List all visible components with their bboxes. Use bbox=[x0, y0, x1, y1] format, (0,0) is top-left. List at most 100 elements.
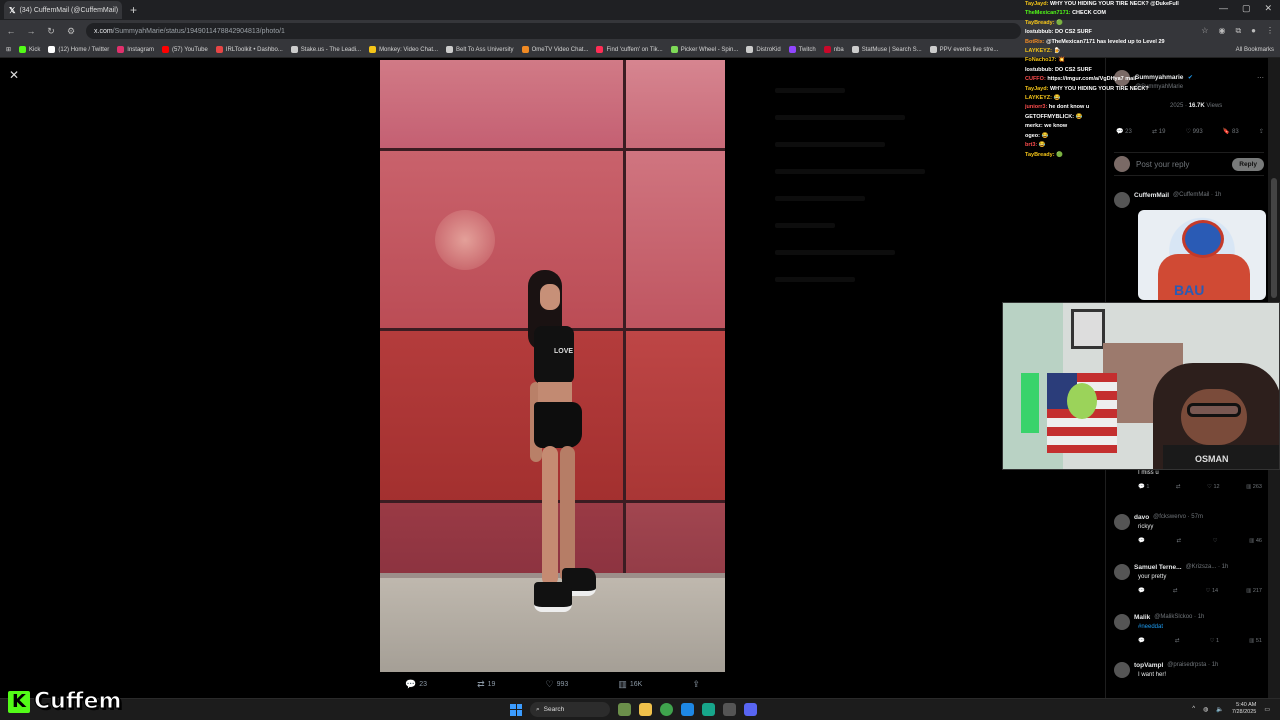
reply-actions: 💬 ⇄ ♡ ▥ 46 bbox=[1138, 538, 1262, 544]
network-icon[interactable]: ◍ bbox=[1203, 706, 1208, 713]
bookmark-item[interactable]: Instagram bbox=[117, 46, 154, 53]
views-icon[interactable]: ▥ 51 bbox=[1249, 638, 1262, 644]
comment-icon: 💬 bbox=[405, 678, 417, 689]
reply-button[interactable]: Reply bbox=[1232, 157, 1264, 171]
apps-grid-icon[interactable]: ⊞ bbox=[6, 46, 11, 53]
heart-icon[interactable]: ♡ 1 bbox=[1210, 638, 1220, 644]
close-window-icon[interactable]: ✕ bbox=[1264, 3, 1272, 14]
reply-action[interactable]: 💬 23 bbox=[405, 679, 427, 690]
reply-item[interactable]: davo @fckswervo · 57m rickyy 💬 ⇄ ♡ ▥ 46 bbox=[1114, 514, 1266, 544]
media-text: BAU bbox=[1174, 282, 1205, 298]
new-tab-button[interactable]: + bbox=[130, 3, 137, 17]
views-icon[interactable]: ▥ 46 bbox=[1249, 538, 1262, 544]
chat-username: lostubbub: bbox=[1025, 29, 1055, 36]
browser-tab-active[interactable]: 𝕏 (34) CuffemMail (@CuffemMail) ✕ bbox=[4, 1, 122, 19]
back-icon[interactable]: ← bbox=[6, 26, 16, 36]
views-icon[interactable]: ▥ 217 bbox=[1246, 588, 1262, 594]
bookmark-item[interactable]: Find 'cuffem' on Tik... bbox=[596, 46, 663, 53]
extension-icon[interactable]: ◉ bbox=[1218, 26, 1225, 36]
bookmark-item[interactable]: IRLToolkit • Dashbo... bbox=[215, 46, 283, 53]
bookmark-favicon-icon bbox=[48, 46, 56, 53]
forward-icon[interactable]: → bbox=[26, 26, 36, 36]
bookmark-item[interactable]: (12) Home / Twitter bbox=[48, 46, 109, 53]
bookmark-item[interactable]: Picker Wheel - Spin... bbox=[670, 46, 738, 53]
wall-light-reflection bbox=[435, 210, 495, 270]
notification-icon[interactable]: ▭ bbox=[1264, 706, 1270, 713]
bookmark-item[interactable]: StatMuse | Search S... bbox=[851, 46, 922, 53]
webcam-overlay: OSMAN bbox=[1002, 302, 1280, 470]
views-action[interactable]: ▥ 16K bbox=[618, 679, 642, 690]
maximize-icon[interactable]: ▢ bbox=[1242, 3, 1251, 14]
reply-item[interactable]: Samuel Terne... @Krizsza... · 1h your pret… bbox=[1114, 564, 1266, 594]
close-viewer-icon[interactable]: ✕ bbox=[9, 68, 19, 82]
bookmark-item[interactable]: Twitch bbox=[788, 46, 816, 53]
site-info-icon[interactable]: ⚙ bbox=[66, 26, 76, 37]
minimize-icon[interactable]: — bbox=[1219, 3, 1228, 14]
bookmark-item[interactable]: Kick bbox=[19, 46, 40, 53]
profile-icon[interactable]: ● bbox=[1251, 26, 1256, 36]
app-icon[interactable] bbox=[702, 703, 715, 716]
photo-action-bar: 💬 23 ⇄ 19 ♡ 993 ▥ 16K ⇪ bbox=[380, 675, 725, 693]
bookmark-item[interactable]: Belt To Ass University bbox=[445, 46, 514, 53]
bookmark-item[interactable]: PPV events live stre... bbox=[929, 46, 998, 53]
comment-icon[interactable]: 💬 bbox=[1138, 538, 1145, 544]
bookmark-item[interactable]: OmeTV Video Chat... bbox=[521, 46, 588, 53]
star-icon[interactable]: ☆ bbox=[1201, 26, 1208, 36]
volume-icon[interactable]: 🔈 bbox=[1216, 706, 1223, 713]
windows-start-icon[interactable] bbox=[510, 703, 522, 716]
avatar[interactable] bbox=[1114, 514, 1130, 530]
avatar[interactable] bbox=[1114, 614, 1130, 630]
reply-item[interactable]: I miss u 💬 1 ⇄ ♡ 12 ▥ 263 bbox=[1114, 470, 1266, 490]
bookmark-favicon-icon bbox=[19, 46, 27, 53]
reply-author-handle: @fckswervo · 57m bbox=[1153, 514, 1203, 520]
chevron-up-icon[interactable]: ^ bbox=[1192, 706, 1195, 712]
bookmark-item[interactable]: DistroKid bbox=[746, 46, 781, 53]
bookmark-favicon-icon bbox=[161, 46, 169, 53]
search-icon: ⌕ bbox=[536, 705, 540, 713]
repost-icon[interactable]: ⇄ bbox=[1176, 538, 1181, 544]
bookmarks-stat[interactable]: 🔖 83 bbox=[1223, 128, 1239, 135]
puzzle-icon[interactable]: ⧉ bbox=[1235, 26, 1241, 36]
more-icon[interactable]: ⋯ bbox=[1257, 74, 1264, 82]
avatar[interactable] bbox=[1114, 564, 1130, 580]
chrome-icon[interactable] bbox=[660, 703, 673, 716]
heart-icon[interactable]: ♡ 12 bbox=[1207, 484, 1220, 490]
taskbar-search[interactable]: ⌕ Search bbox=[530, 702, 610, 717]
repost-icon[interactable]: ⇄ bbox=[1176, 484, 1181, 490]
heart-icon[interactable]: ♡ bbox=[1213, 538, 1218, 544]
reply-item[interactable]: topVampl @praisedrpsta · 1h I want her! bbox=[1114, 662, 1266, 678]
views-icon[interactable]: ▥ 263 bbox=[1246, 484, 1262, 490]
comment-icon[interactable]: 💬 bbox=[1138, 588, 1145, 594]
post-photo[interactable]: LOVE bbox=[380, 60, 725, 672]
file-explorer-icon[interactable] bbox=[639, 703, 652, 716]
reply-item[interactable]: Malik @MalikSlckoo · 1h #needdat 💬 ⇄ ♡ 1 ▥ 51 bbox=[1114, 614, 1266, 644]
reply-media[interactable]: BAU bbox=[1138, 210, 1266, 300]
bookmark-item[interactable]: Monkey: Video Chat... bbox=[369, 46, 438, 53]
all-bookmarks-link[interactable]: All Bookmarks bbox=[1236, 47, 1274, 53]
reload-icon[interactable]: ↻ bbox=[46, 26, 56, 37]
chat-message: TayJayd: WHY YOU HIDING YOUR TIRE NECK? … bbox=[1025, 0, 1200, 9]
discord-icon[interactable] bbox=[744, 703, 757, 716]
bookmark-item[interactable]: (57) YouTube bbox=[161, 46, 208, 53]
share-icon[interactable]: ⇪ bbox=[1259, 128, 1264, 135]
address-bar[interactable]: x.com /SummyahMarie/status/1949011478842… bbox=[86, 23, 1021, 39]
clock[interactable]: 5:40 AM 7/28/2025 bbox=[1232, 702, 1256, 716]
menu-icon[interactable]: ⋮ bbox=[1266, 26, 1274, 36]
scrollbar-thumb[interactable] bbox=[1271, 178, 1277, 298]
like-action[interactable]: ♡ 993 bbox=[546, 679, 569, 690]
bookmark-item[interactable]: Stake.us - The Leadi... bbox=[290, 46, 361, 53]
repost-icon[interactable]: ⇄ bbox=[1173, 588, 1178, 594]
widget-icon[interactable] bbox=[618, 703, 631, 716]
comment-icon[interactable]: 💬 bbox=[1138, 638, 1145, 644]
comment-icon[interactable]: 💬 1 bbox=[1138, 484, 1149, 490]
steam-icon[interactable] bbox=[681, 703, 694, 716]
reply-actions: 💬 ⇄ ♡ 14 ▥ 217 bbox=[1138, 588, 1262, 594]
repost-action[interactable]: ⇄ 19 bbox=[477, 679, 495, 690]
obs-icon[interactable] bbox=[723, 703, 736, 716]
share-action[interactable]: ⇪ bbox=[692, 679, 700, 690]
repost-icon[interactable]: ⇄ bbox=[1175, 638, 1180, 644]
avatar[interactable] bbox=[1114, 662, 1130, 678]
heart-icon[interactable]: ♡ 14 bbox=[1206, 588, 1219, 594]
bookmark-item[interactable]: nba bbox=[823, 46, 844, 53]
chat-username: TheMexican7171: bbox=[1025, 10, 1073, 17]
